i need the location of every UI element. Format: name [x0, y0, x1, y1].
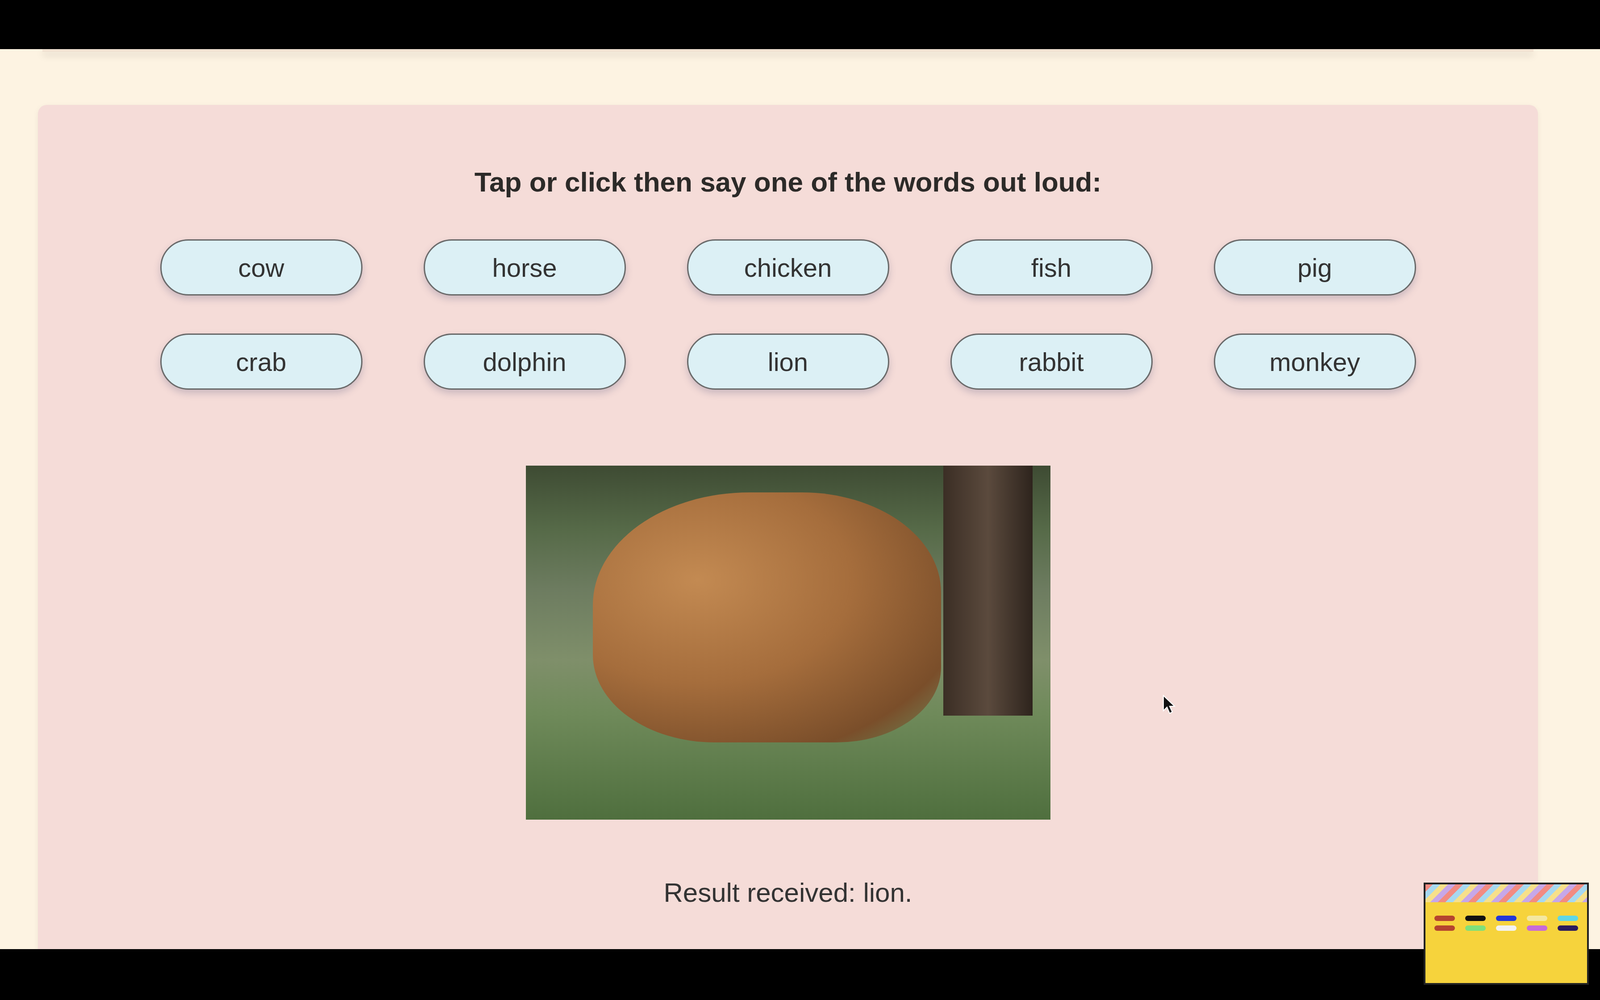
thumbnail-pill: [1526, 915, 1548, 921]
thumbnail-pill: [1465, 915, 1486, 921]
screen: Tap or click then say one of the words o…: [0, 0, 1600, 1000]
word-grid: cow horse chicken fish pig crab dolphin lion rab…: [160, 239, 1417, 390]
word-button[interactable]: rabbit: [950, 333, 1153, 390]
thumbnail-pill: [1495, 925, 1517, 931]
word-button[interactable]: dolphin: [423, 333, 626, 390]
result-text: Result received: lion.: [663, 876, 913, 909]
thumbnail-row: [1434, 915, 1579, 921]
word-card: Tap or click then say one of the words o…: [37, 104, 1538, 950]
word-button[interactable]: fish: [950, 239, 1153, 296]
tree-trunk: [943, 465, 1033, 716]
thumbnail-pill: [1465, 925, 1486, 931]
word-button[interactable]: monkey: [1213, 333, 1417, 390]
cursor-icon: [1162, 694, 1176, 715]
thumbnail-pill: [1557, 925, 1579, 931]
prompt-heading: Tap or click then say one of the words o…: [474, 165, 1102, 199]
word-button[interactable]: lion: [687, 333, 890, 390]
word-button[interactable]: pig: [1213, 239, 1417, 296]
previous-card: [42, 49, 1534, 52]
thumbnail-preview[interactable]: [1423, 882, 1589, 985]
word-button[interactable]: crab: [160, 333, 363, 390]
animal-shape: [592, 492, 942, 743]
thumbnail-row: [1434, 925, 1579, 931]
thumbnail-header: [1425, 884, 1588, 903]
word-button[interactable]: horse: [423, 239, 626, 296]
thumbnail-pill: [1557, 915, 1579, 921]
thumbnail-pill: [1434, 915, 1455, 921]
animal-photo: [525, 465, 1051, 820]
page: Tap or click then say one of the words o…: [0, 49, 1600, 950]
top-bar: [0, 0, 1600, 50]
thumbnail-pill: [1526, 925, 1548, 931]
thumbnail-body: [1425, 902, 1588, 945]
word-button[interactable]: chicken: [687, 239, 890, 296]
thumbnail-pill: [1495, 915, 1517, 921]
bottom-bar: [0, 949, 1600, 1000]
thumbnail-pill: [1434, 925, 1455, 931]
word-button[interactable]: cow: [160, 239, 363, 296]
